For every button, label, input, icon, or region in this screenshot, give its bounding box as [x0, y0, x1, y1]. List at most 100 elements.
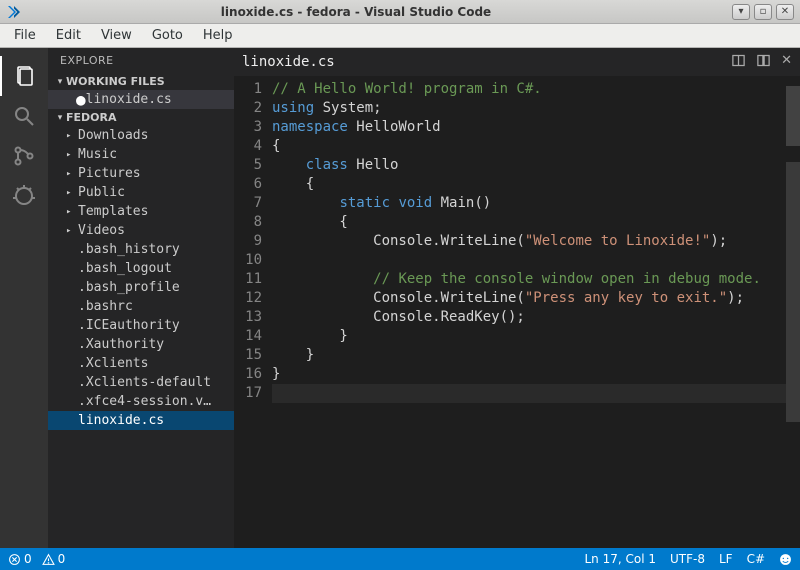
explorer-icon[interactable]	[0, 56, 48, 96]
chevron-right-icon: ▸	[66, 150, 76, 160]
code-line[interactable]: }	[272, 365, 786, 384]
main-area: EXPLORE ▾ WORKING FILES ● linoxide.cs ▾ …	[0, 48, 800, 548]
code-line[interactable]: {	[272, 213, 786, 232]
code-line[interactable]: Console.WriteLine("Welcome to Linoxide!"…	[272, 232, 786, 251]
code-line[interactable]: class Hello	[272, 156, 786, 175]
file-item[interactable]: .Xauthority	[48, 335, 234, 354]
code-line[interactable]: }	[272, 346, 786, 365]
menu-view[interactable]: View	[91, 26, 142, 45]
file-item[interactable]: .ICEauthority	[48, 316, 234, 335]
split-editor-icon[interactable]	[731, 53, 746, 72]
working-files-list: ● linoxide.cs	[48, 90, 234, 109]
folder-item[interactable]: ▸Public	[48, 183, 234, 202]
status-encoding[interactable]: UTF-8	[670, 552, 705, 566]
code-line[interactable]: using System;	[272, 99, 786, 118]
code-line[interactable]: {	[272, 137, 786, 156]
folder-item[interactable]: ▸Music	[48, 145, 234, 164]
code-line[interactable]: namespace HelloWorld	[272, 118, 786, 137]
file-name: .bash_history	[78, 242, 180, 257]
file-name: linoxide.cs	[78, 413, 164, 428]
code-editor[interactable]: 1234567891011121314151617 // A Hello Wor…	[234, 76, 800, 548]
code-content[interactable]: // A Hello World! program in C#.using Sy…	[272, 76, 786, 548]
chevron-down-icon: ▾	[54, 113, 66, 123]
window-title: linoxide.cs - fedora - Visual Studio Cod…	[30, 5, 732, 19]
folder-item[interactable]: ▸Pictures	[48, 164, 234, 183]
statusbar: 0 0 Ln 17, Col 1 UTF-8 LF C#	[0, 548, 800, 570]
search-icon[interactable]	[0, 96, 48, 136]
file-name: .bash_profile	[78, 280, 180, 295]
code-line[interactable]: {	[272, 175, 786, 194]
git-icon[interactable]	[0, 136, 48, 176]
close-editor-icon[interactable]: ✕	[781, 53, 792, 72]
code-line[interactable]: static void Main()	[272, 194, 786, 213]
vertical-scrollbar[interactable]	[786, 76, 800, 548]
line-number-gutter: 1234567891011121314151617	[234, 76, 272, 548]
code-line[interactable]	[272, 384, 786, 403]
file-name: .xfce4-session.v…	[78, 394, 211, 409]
chevron-right-icon: ▸	[66, 131, 76, 141]
folder-name: Downloads	[78, 128, 148, 143]
dirty-indicator-icon: ●	[76, 95, 86, 105]
folder-name: Templates	[78, 204, 148, 219]
file-item[interactable]: .bash_profile	[48, 278, 234, 297]
chevron-right-icon: ▸	[66, 226, 76, 236]
status-errors[interactable]: 0	[8, 552, 32, 566]
code-line[interactable]: Console.ReadKey();	[272, 308, 786, 327]
menu-edit[interactable]: Edit	[46, 26, 91, 45]
line-number: 3	[234, 118, 262, 137]
folder-item[interactable]: ▸Downloads	[48, 126, 234, 145]
sidebar-title: EXPLORE	[48, 48, 234, 73]
code-line[interactable]: Console.WriteLine("Press any key to exit…	[272, 289, 786, 308]
folder-item[interactable]: ▸Videos	[48, 221, 234, 240]
file-item[interactable]: .xfce4-session.v…	[48, 392, 234, 411]
warnings-count: 0	[58, 552, 66, 566]
folder-root-header[interactable]: ▾ FEDORA	[48, 109, 234, 126]
line-number: 4	[234, 137, 262, 156]
folder-root-label: FEDORA	[66, 111, 117, 124]
file-item[interactable]: .Xclients-default	[48, 373, 234, 392]
window-titlebar: linoxide.cs - fedora - Visual Studio Cod…	[0, 0, 800, 24]
working-file-item[interactable]: ● linoxide.cs	[48, 90, 234, 109]
code-line[interactable]: }	[272, 327, 786, 346]
explorer-sidebar: EXPLORE ▾ WORKING FILES ● linoxide.cs ▾ …	[48, 48, 234, 548]
file-item[interactable]: .bash_history	[48, 240, 234, 259]
file-item[interactable]: .Xclients	[48, 354, 234, 373]
folder-root-list: ▸Downloads▸Music▸Pictures▸Public▸Templat…	[48, 126, 234, 430]
code-line[interactable]	[272, 251, 786, 270]
chevron-right-icon: ▸	[66, 188, 76, 198]
code-line[interactable]: // Keep the console window open in debug…	[272, 270, 786, 289]
working-files-header[interactable]: ▾ WORKING FILES	[48, 73, 234, 90]
file-item[interactable]: linoxide.cs	[48, 411, 234, 430]
status-warnings[interactable]: 0	[42, 552, 66, 566]
folder-name: Pictures	[78, 166, 141, 181]
file-item[interactable]: .bashrc	[48, 297, 234, 316]
line-number: 11	[234, 270, 262, 289]
line-number: 1	[234, 80, 262, 99]
scroll-thumb[interactable]	[786, 86, 800, 146]
menu-file[interactable]: File	[4, 26, 46, 45]
window-controls: ▾ ▫ ✕	[732, 4, 794, 20]
minimize-button[interactable]: ▾	[732, 4, 750, 20]
close-button[interactable]: ✕	[776, 4, 794, 20]
status-position[interactable]: Ln 17, Col 1	[584, 552, 656, 566]
working-files-label: WORKING FILES	[66, 75, 165, 88]
editor-tab-name[interactable]: linoxide.cs	[242, 54, 731, 70]
chevron-right-icon: ▸	[66, 207, 76, 217]
status-language[interactable]: C#	[747, 552, 765, 566]
status-eol[interactable]: LF	[719, 552, 733, 566]
code-line[interactable]: // A Hello World! program in C#.	[272, 80, 786, 99]
menu-goto[interactable]: Goto	[142, 26, 193, 45]
feedback-icon[interactable]	[779, 553, 792, 566]
folder-name: Music	[78, 147, 117, 162]
maximize-button[interactable]: ▫	[754, 4, 772, 20]
debug-icon[interactable]	[0, 176, 48, 216]
folder-item[interactable]: ▸Templates	[48, 202, 234, 221]
file-name: linoxide.cs	[86, 92, 172, 107]
line-number: 12	[234, 289, 262, 308]
line-number: 8	[234, 213, 262, 232]
menu-help[interactable]: Help	[193, 26, 243, 45]
line-number: 9	[234, 232, 262, 251]
file-name: .Xauthority	[78, 337, 164, 352]
file-item[interactable]: .bash_logout	[48, 259, 234, 278]
more-actions-icon[interactable]	[756, 53, 771, 72]
